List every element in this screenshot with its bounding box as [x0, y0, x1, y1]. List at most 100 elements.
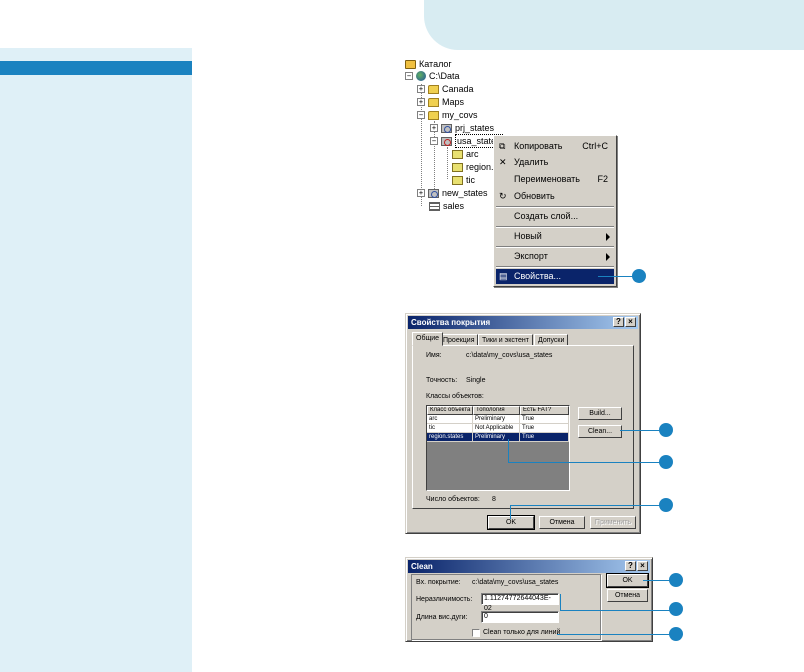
collapse-icon[interactable]: −: [430, 137, 438, 145]
fuzzy-tolerance-label: Неразличимость:: [416, 596, 473, 603]
tree-item-canada[interactable]: + Canada: [417, 83, 474, 95]
tree-item-arc[interactable]: arc: [452, 148, 479, 160]
ok-button[interactable]: OK: [606, 573, 649, 588]
expand-icon[interactable]: +: [417, 85, 425, 93]
delete-icon: ✕: [499, 157, 507, 167]
callout-marker: [669, 627, 683, 641]
menu-item-label: Создать слой...: [514, 211, 579, 221]
feature-count-label: Число объектов:: [426, 496, 480, 503]
table-cell[interactable]: Not Applicable: [473, 424, 520, 433]
feature-count-value: 8: [492, 496, 496, 503]
header-decoration: [424, 0, 804, 50]
input-coverage-value: c:\data\my_covs\usa_states: [472, 579, 559, 586]
menu-item-label: Свойства...: [514, 271, 562, 281]
tree-item-label: my_covs: [442, 110, 478, 120]
tree-item-catalog[interactable]: Каталог: [405, 58, 452, 70]
tree-item-label: C:\Data: [429, 71, 460, 81]
cancel-button[interactable]: Отмена: [607, 589, 648, 602]
menu-item-copy[interactable]: ⧉ Копировать Ctrl+C: [496, 139, 614, 154]
table-cell[interactable]: Preliminary: [473, 433, 520, 442]
callout-marker: [669, 602, 683, 616]
menu-item-rename[interactable]: Переименовать F2: [496, 172, 614, 187]
callout-marker: [632, 269, 646, 283]
help-button[interactable]: ?: [625, 561, 636, 571]
callout-leader: [598, 276, 634, 277]
tree-item-region[interactable]: region.:: [452, 161, 496, 173]
catalog-icon: [405, 59, 416, 69]
fuzzy-tolerance-input[interactable]: 1.11274772644043E-02: [481, 593, 559, 612]
tree-item-label: region.:: [466, 162, 497, 172]
help-button[interactable]: ?: [613, 317, 624, 327]
folder-open-icon: [428, 110, 439, 120]
menu-item-create-layer[interactable]: Создать слой...: [496, 209, 614, 224]
submenu-arrow-icon: [606, 253, 610, 261]
column-header-class[interactable]: Класс объекта: [427, 406, 473, 415]
folder-icon: [428, 84, 439, 94]
table-cell[interactable]: Preliminary: [473, 415, 520, 424]
dangle-length-label: Длина вис.дуги:: [416, 614, 468, 621]
expand-icon[interactable]: +: [417, 98, 425, 106]
lines-only-checkbox[interactable]: [472, 629, 480, 637]
ok-button[interactable]: OK: [487, 515, 535, 530]
callout-leader: [510, 505, 511, 519]
tree-item-label: arc: [466, 149, 479, 159]
tree-item-prj-states[interactable]: + prj_states: [430, 122, 494, 134]
cancel-button[interactable]: Отмена: [539, 516, 585, 529]
sidebar-accent-bar: [0, 61, 192, 75]
refresh-icon: ↻: [499, 191, 507, 201]
arc-feature-icon: [452, 149, 463, 159]
table-cell[interactable]: True: [520, 433, 569, 442]
callout-marker: [659, 455, 673, 469]
menu-separator: [496, 266, 614, 268]
tree-item-label: Canada: [442, 84, 474, 94]
column-header-fat[interactable]: Есть FAT?: [520, 406, 569, 415]
collapse-icon[interactable]: −: [405, 72, 413, 80]
tree-item-label: Каталог: [419, 59, 452, 69]
table-cell[interactable]: arc: [427, 415, 473, 424]
tree-item-drive[interactable]: − C:\Data: [405, 70, 460, 82]
expand-icon[interactable]: +: [430, 124, 438, 132]
precision-value: Single: [466, 377, 486, 384]
table-cell[interactable]: region.states: [427, 433, 473, 442]
tree-item-maps[interactable]: + Maps: [417, 96, 464, 108]
table-cell[interactable]: tic: [427, 424, 473, 433]
menu-item-export[interactable]: Экспорт: [496, 249, 614, 264]
dialog-title: Clean: [411, 562, 433, 571]
tree-item-label: tic: [466, 175, 475, 185]
menu-item-new[interactable]: Новый: [496, 229, 614, 244]
callout-leader: [508, 462, 660, 463]
tree-item-label: new_states: [442, 188, 488, 198]
expand-icon[interactable]: +: [417, 189, 425, 197]
menu-item-label: Обновить: [514, 191, 555, 201]
context-menu: ⧉ Копировать Ctrl+C ✕ Удалить Переименов…: [493, 135, 617, 287]
column-header-topology[interactable]: Топология: [473, 406, 520, 415]
tree-item-new-states[interactable]: + new_states: [417, 187, 488, 199]
close-button[interactable]: ×: [625, 317, 636, 327]
build-button[interactable]: Build...: [578, 407, 622, 420]
apply-button[interactable]: Применить: [590, 516, 636, 529]
table-cell[interactable]: True: [520, 415, 569, 424]
callout-leader: [508, 439, 509, 462]
tree-item-usa-states[interactable]: − usa_states: [430, 134, 503, 148]
sidebar-panel: [0, 48, 192, 672]
tree-item-tic[interactable]: tic: [452, 174, 475, 186]
menu-item-properties[interactable]: ▤ Свойства...: [496, 269, 614, 284]
tab-general[interactable]: Общие: [412, 332, 444, 346]
feature-classes-label: Классы объектов:: [426, 393, 484, 400]
callout-leader: [560, 594, 561, 610]
menu-item-refresh[interactable]: ↻ Обновить: [496, 189, 614, 204]
dangle-length-input[interactable]: 0: [481, 611, 559, 623]
clean-button[interactable]: Clean...: [578, 425, 622, 438]
close-button[interactable]: ×: [637, 561, 648, 571]
table-cell[interactable]: True: [520, 424, 569, 433]
menu-shortcut: F2: [597, 174, 608, 184]
submenu-arrow-icon: [606, 233, 610, 241]
tree-item-sales[interactable]: sales: [429, 200, 464, 212]
menu-separator: [496, 206, 614, 208]
callout-marker: [659, 498, 673, 512]
copy-icon: ⧉: [499, 141, 506, 151]
drive-icon: [416, 71, 426, 81]
tree-item-my-covs[interactable]: − my_covs: [417, 109, 478, 121]
collapse-icon[interactable]: −: [417, 111, 425, 119]
menu-item-delete[interactable]: ✕ Удалить: [496, 155, 614, 170]
